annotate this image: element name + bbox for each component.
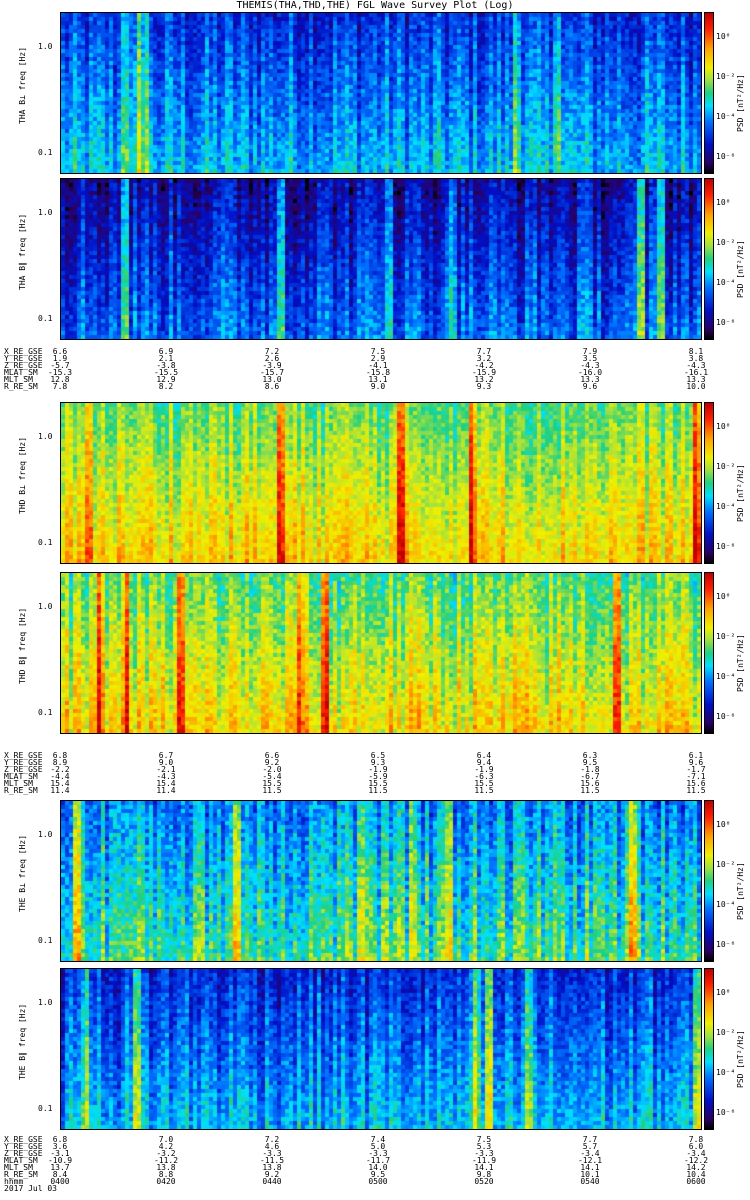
y-tick-label: 1.0: [38, 830, 53, 839]
spectrogram-heatmap: [61, 13, 701, 173]
colorbar-tick-label: 10⁰: [716, 592, 731, 601]
colorbar: [704, 572, 714, 734]
colorbar: [704, 402, 714, 564]
spectrogram-panel-4: [60, 572, 702, 734]
y-axis-label: THE B∥ freq [Hz]: [18, 1003, 27, 1080]
colorbar-tick-label: 10⁰: [716, 988, 731, 997]
ephemeris-value: 9.0: [370, 382, 386, 391]
colorbar-tick-label: 10⁻⁶: [716, 940, 736, 949]
y-tick-label: 0.1: [38, 148, 53, 157]
colorbar-tick-label: 10⁻⁴: [716, 900, 736, 909]
spectrogram-panel-2: [60, 178, 702, 340]
spectrogram-heatmap: [61, 801, 701, 961]
spectrogram-panel-3: [60, 402, 702, 564]
colorbar-tick-label: 10⁻⁴: [716, 1068, 736, 1077]
colorbar: [704, 12, 714, 174]
colorbar-tick-label: 10⁻⁶: [716, 712, 736, 721]
colorbar-label: PSD [nT²/Hz]: [736, 634, 745, 692]
y-tick-label: 1.0: [38, 432, 53, 441]
ephemeris-value: 7.8: [52, 382, 68, 391]
colorbar-tick-label: 10⁻⁴: [716, 672, 736, 681]
y-axis-label: THD B∥ freq [Hz]: [18, 607, 27, 684]
ephemeris-value: 11.4: [50, 786, 70, 795]
ephemeris-value: 8.6: [264, 382, 280, 391]
ephemeris-value: 11.5: [580, 786, 600, 795]
y-axis-label: THA B⊥ freq [Hz]: [18, 46, 27, 124]
ephemeris-value: 0420: [156, 1177, 176, 1186]
y-tick-label: 0.1: [38, 314, 53, 323]
colorbar-tick-label: 10⁰: [716, 32, 731, 41]
spectrogram-heatmap: [61, 403, 701, 563]
colorbar-tick-label: 10⁻²: [716, 462, 736, 471]
colorbar-tick-label: 10⁰: [716, 198, 731, 207]
y-tick-label: 1.0: [38, 602, 53, 611]
colorbar-label: PSD [nT²/Hz]: [736, 74, 745, 132]
colorbar-tick-label: 10⁻²: [716, 860, 736, 869]
y-tick-label: 1.0: [38, 998, 53, 1007]
y-tick-label: 1.0: [38, 208, 53, 217]
colorbar-tick-label: 10⁻²: [716, 1028, 736, 1037]
ephemeris-value: 0540: [580, 1177, 600, 1186]
colorbar-tick-label: 10⁻⁶: [716, 152, 736, 161]
ephemeris-value: 10.0: [686, 382, 706, 391]
spectrogram-heatmap: [61, 573, 701, 733]
y-tick-label: 0.1: [38, 538, 53, 547]
ephemeris-value: 9.6: [582, 382, 598, 391]
colorbar-label: PSD [nT²/Hz]: [736, 862, 745, 920]
spectrogram-panel-6: [60, 968, 702, 1130]
spectrogram-heatmap: [61, 179, 701, 339]
date-label: 2017 Jul 03: [4, 1184, 57, 1193]
colorbar: [704, 968, 714, 1130]
ephemeris-value: 0440: [262, 1177, 282, 1186]
colorbar-label: PSD [nT²/Hz]: [736, 240, 745, 298]
plot-title: THEMIS(THA,THD,THE) FGL Wave Survey Plot…: [236, 0, 514, 11]
spectrogram-panel-5: [60, 800, 702, 962]
colorbar-tick-label: 10⁻⁴: [716, 502, 736, 511]
colorbar: [704, 800, 714, 962]
y-tick-label: 1.0: [38, 42, 53, 51]
ephemeris-value: 11.4: [156, 786, 176, 795]
spectrogram-heatmap: [61, 969, 701, 1129]
ephemeris-value: 11.5: [686, 786, 706, 795]
y-tick-label: 0.1: [38, 708, 53, 717]
y-axis-label: THD B⊥ freq [Hz]: [18, 436, 27, 514]
ephemeris-value: 11.5: [262, 786, 282, 795]
ephemeris-value: 0500: [368, 1177, 388, 1186]
colorbar-tick-label: 10⁻⁴: [716, 278, 736, 287]
ephemeris-value: 0600: [686, 1177, 706, 1186]
colorbar-tick-label: 10⁻⁶: [716, 318, 736, 327]
ephemeris-value: 11.5: [474, 786, 494, 795]
ephemeris-value: 9.3: [476, 382, 492, 391]
colorbar-tick-label: 10⁻²: [716, 72, 736, 81]
colorbar-tick-label: 10⁻⁶: [716, 1108, 736, 1117]
ephemeris-row-label: R_RE_SM: [4, 382, 38, 391]
ephemeris-row-label: R_RE_SM: [4, 786, 38, 795]
colorbar-tick-label: 10⁰: [716, 422, 731, 431]
colorbar-tick-label: 10⁻²: [716, 632, 736, 641]
colorbar-tick-label: 10⁻⁴: [716, 112, 736, 121]
ephemeris-value: 8.2: [158, 382, 174, 391]
colorbar: [704, 178, 714, 340]
spectrogram-panel-1: [60, 12, 702, 174]
y-axis-label: THA B∥ freq [Hz]: [18, 213, 27, 290]
colorbar-label: PSD [nT²/Hz]: [736, 464, 745, 522]
ephemeris-value: 11.5: [368, 786, 388, 795]
y-axis-label: THE B⊥ freq [Hz]: [18, 834, 27, 912]
colorbar-tick-label: 10⁻⁶: [716, 542, 736, 551]
colorbar-tick-label: 10⁻²: [716, 238, 736, 247]
y-tick-label: 0.1: [38, 1104, 53, 1113]
y-tick-label: 0.1: [38, 936, 53, 945]
colorbar-tick-label: 10⁰: [716, 820, 731, 829]
colorbar-label: PSD [nT²/Hz]: [736, 1030, 745, 1088]
ephemeris-value: 0520: [474, 1177, 494, 1186]
